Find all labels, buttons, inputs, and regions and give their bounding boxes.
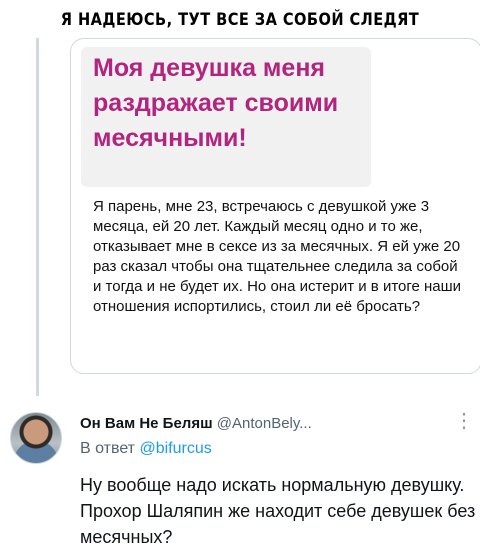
reply-to-mention[interactable]: @bifurcus (139, 440, 211, 457)
meme-caption: Я НАДЕЮСЬ, ТУТ ВСЕ ЗА СОБОЙ СЛЕДЯТ (60, 10, 420, 30)
more-vertical-icon[interactable]: ⋮ (454, 411, 474, 434)
display-name[interactable]: Он Вам Не Беляш (80, 415, 213, 432)
reply-to-line: В ответ @bifurcus (80, 438, 212, 460)
reply-prefix: В ответ (80, 440, 136, 457)
reply-tweet: Он Вам Не Беляш @AntonBely... ⋮ В ответ … (0, 400, 480, 556)
user-handle[interactable]: @AntonBely... (217, 415, 312, 432)
quoted-post-headline: Моя девушка меня раздражает своими месяч… (93, 54, 339, 152)
quoted-post-body: Я парень, мне 23, встречаюсь с девушкой … (93, 198, 462, 315)
reply-text: Ну вообще надо искать нормальную девушку… (80, 475, 476, 547)
avatar[interactable] (10, 412, 62, 464)
quoted-post-card[interactable]: Моя девушка меня раздражает своими месяч… (70, 38, 480, 374)
reply-header: Он Вам Не Беляш @AntonBely... (80, 414, 312, 434)
thread-line (36, 38, 39, 396)
